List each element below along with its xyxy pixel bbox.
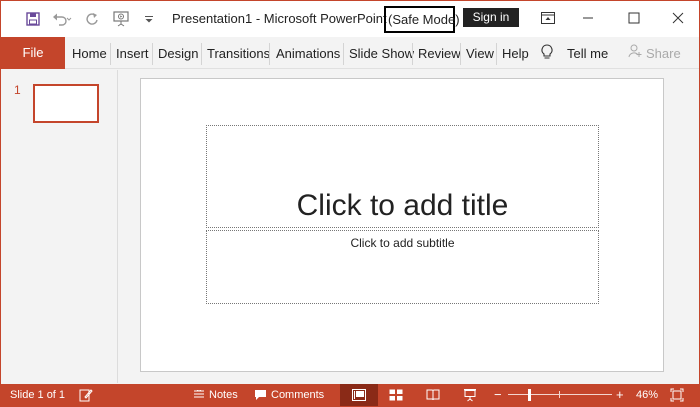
ribbon-tabs: File Home Insert Design Transitions Anim…	[1, 37, 699, 69]
tab-help[interactable]: Help	[502, 37, 529, 69]
subtitle-placeholder-text: Click to add subtitle	[350, 236, 455, 250]
notes-button[interactable]: Notes	[209, 384, 238, 406]
zoom-slider[interactable]	[508, 394, 612, 395]
present-from-start-icon[interactable]	[113, 10, 131, 28]
comments-button[interactable]: Comments	[271, 384, 324, 406]
slide-thumbnail[interactable]	[33, 84, 99, 123]
tab-home[interactable]: Home	[72, 37, 107, 69]
window-title: Presentation1 - Microsoft PowerPoint	[172, 11, 387, 26]
tab-transitions[interactable]: Transitions	[207, 37, 270, 69]
accessibility-icon[interactable]	[79, 384, 93, 406]
redo-icon[interactable]	[84, 10, 100, 28]
tab-review[interactable]: Review	[418, 37, 461, 69]
tab-animations[interactable]: Animations	[276, 37, 340, 69]
zoom-slider-midpoint	[559, 391, 560, 398]
title-placeholder-text: Click to add title	[296, 189, 509, 222]
fit-to-window-icon[interactable]	[670, 384, 684, 406]
slide-counter: Slide 1 of 1	[10, 389, 66, 401]
zoom-level[interactable]: 46%	[636, 384, 658, 406]
subtitle-placeholder[interactable]: Click to add subtitle	[206, 230, 599, 304]
share-icon	[628, 44, 642, 62]
tab-file[interactable]: File	[1, 37, 65, 69]
zoom-out-button[interactable]: −	[494, 384, 502, 406]
normal-view-icon[interactable]	[340, 384, 378, 406]
comment-icon	[254, 384, 267, 406]
powerpoint-window: Presentation1 - Microsoft PowerPoint (Sa…	[0, 0, 700, 407]
lightbulb-icon	[541, 44, 553, 62]
tell-me-search[interactable]: Tell me	[567, 37, 608, 69]
zoom-in-button[interactable]: +	[616, 384, 624, 406]
title-bar: Presentation1 - Microsoft PowerPoint (Sa…	[1, 1, 699, 37]
sign-in-button[interactable]: Sign in	[463, 8, 519, 27]
tab-view[interactable]: View	[466, 37, 494, 69]
close-icon[interactable]	[664, 7, 692, 29]
ribbon-display-options-icon[interactable]	[534, 7, 562, 29]
minimize-icon[interactable]	[574, 7, 602, 29]
zoom-slider-thumb[interactable]	[528, 389, 531, 401]
slide-sorter-icon[interactable]	[383, 384, 409, 406]
safe-mode-label: (Safe Mode)	[384, 6, 460, 33]
tab-insert[interactable]: Insert	[116, 37, 149, 69]
slide-show-icon[interactable]	[457, 384, 483, 406]
status-bar: Slide 1 of 1 Notes Comments − + 46%	[1, 384, 699, 406]
notes-icon	[193, 384, 205, 406]
undo-icon[interactable]	[52, 10, 72, 28]
thumbnail-pane: 1	[1, 70, 116, 383]
thumbnail-number: 1	[14, 83, 21, 97]
tab-design[interactable]: Design	[158, 37, 198, 69]
reading-view-icon[interactable]	[420, 384, 446, 406]
share-button[interactable]: Share	[646, 37, 681, 69]
customize-qat-icon[interactable]	[143, 10, 155, 28]
tab-slide-show[interactable]: Slide Show	[349, 37, 414, 69]
maximize-icon[interactable]	[620, 7, 648, 29]
title-placeholder[interactable]: Click to add title	[206, 125, 599, 228]
save-icon[interactable]	[25, 10, 41, 28]
